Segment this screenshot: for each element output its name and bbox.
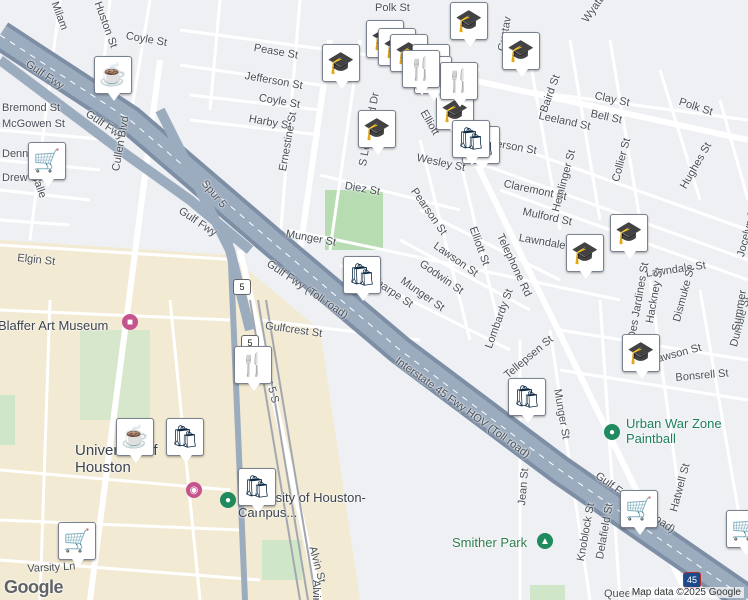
shopping-pin[interactable]: 🛍	[452, 120, 490, 165]
school-icon: 🎓	[570, 238, 600, 268]
map-canvas[interactable]: Polk St Coyle St Pease St Jefferson St Coyle…	[0, 0, 748, 600]
campus-place-icon[interactable]: ●	[220, 492, 236, 508]
school-pin[interactable]: 🎓	[502, 32, 540, 77]
school-icon: 🎓	[326, 48, 356, 78]
park-tree-icon[interactable]: ▲	[537, 533, 553, 549]
restaurant-icon: 🍴	[238, 350, 268, 380]
grocery-pin[interactable]: 🛒	[28, 142, 66, 187]
street-label: McGowen St	[2, 118, 65, 130]
restaurant-pin[interactable]: 🍴	[402, 50, 440, 95]
street-label: Bremond St	[2, 102, 61, 114]
shopping-bag-icon: 🛍	[242, 472, 272, 502]
school-icon: 🎓	[626, 338, 656, 368]
shopping-pin[interactable]: 🛍	[238, 468, 276, 513]
shopping-bag-icon: 🛍	[347, 260, 377, 290]
school-pin[interactable]: 🎓	[322, 44, 360, 89]
street-label: Alvin Fwy	[310, 580, 322, 600]
school-icon: 🎓	[614, 218, 644, 248]
school-pin[interactable]: 🎓	[566, 234, 604, 279]
school-icon: 🎓	[506, 36, 536, 66]
restaurant-icon: 🍴	[444, 66, 474, 96]
shopping-cart-icon: 🛒	[730, 514, 748, 544]
shopping-pin[interactable]: 🛍	[166, 418, 204, 463]
restaurant-icon: 🍴	[406, 54, 436, 84]
smither-park-area	[530, 585, 565, 600]
map-attribution[interactable]: Map data ©2025 Google	[628, 587, 744, 598]
shopping-pin[interactable]: 🛍	[508, 378, 546, 423]
paintball-icon[interactable]: ●	[604, 424, 620, 440]
smither-park-label[interactable]: Smither Park	[452, 535, 527, 550]
restaurant-pin[interactable]: 🍴	[234, 346, 272, 391]
shopping-cart-icon: 🛒	[624, 494, 654, 524]
shopping-bag-icon: 🛍	[456, 124, 486, 154]
shopping-cart-icon: 🛒	[62, 526, 92, 556]
interstate-45-shield: 45	[683, 572, 701, 588]
coffee-cup-icon: ☕	[120, 422, 150, 452]
google-logo[interactable]: Google	[4, 577, 64, 598]
school-pin[interactable]: 🎓	[622, 334, 660, 379]
cafe-pin[interactable]: ☕	[94, 56, 132, 101]
grocery-pin[interactable]: 🛒	[726, 510, 748, 555]
shopping-pin[interactable]: 🛍	[343, 256, 381, 301]
shopping-bag-icon: 🛍	[170, 422, 200, 452]
grocery-pin[interactable]: 🛒	[620, 490, 658, 535]
grocery-pin[interactable]: 🛒	[58, 522, 96, 567]
route-5-shield: 5	[233, 279, 251, 295]
west-green	[0, 395, 15, 445]
school-icon: 🎓	[362, 114, 392, 144]
shopping-cart-icon: 🛒	[32, 146, 62, 176]
school-pin[interactable]: 🎓	[358, 110, 396, 155]
paintball-label[interactable]: Urban War Zone Paintball	[626, 416, 736, 446]
museum-icon[interactable]: ■	[122, 314, 138, 330]
restaurant-pin[interactable]: 🍴	[440, 62, 478, 107]
campus-poi-icon[interactable]: ◉	[186, 482, 202, 498]
street-label: Polk St	[375, 2, 410, 14]
school-icon: 🎓	[454, 6, 484, 36]
blaffer-museum-label[interactable]: Blaffer Art Museum	[0, 318, 108, 333]
street-label: Varsity Ln	[27, 560, 76, 575]
school-pin[interactable]: 🎓	[610, 214, 648, 259]
shopping-bag-icon: 🛍	[512, 382, 542, 412]
school-pin[interactable]: 🎓	[450, 2, 488, 47]
cafe-pin[interactable]: ☕	[116, 418, 154, 463]
coffee-cup-icon: ☕	[98, 60, 128, 90]
